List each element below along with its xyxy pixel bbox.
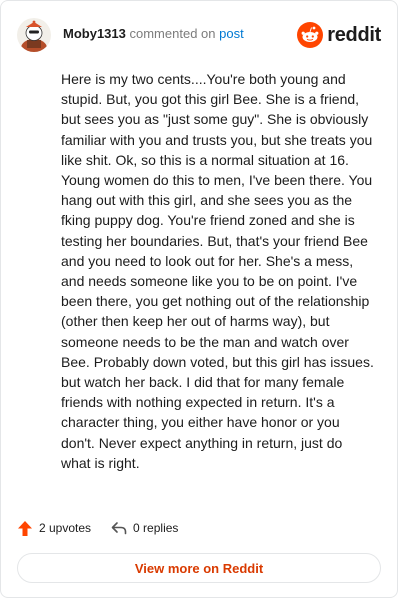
avatar-image [17, 18, 51, 52]
post-link[interactable]: post [219, 26, 244, 41]
brand-wordmark: reddit [327, 23, 381, 46]
reddit-brand[interactable]: reddit [297, 21, 381, 49]
username[interactable]: Moby1313 [63, 26, 126, 41]
replies-button[interactable]: 0 replies [111, 521, 178, 535]
upvote-arrow-icon [18, 520, 32, 536]
upvote-button[interactable]: 2 upvotes [17, 520, 91, 537]
user-avatar[interactable] [17, 18, 51, 52]
view-more-button[interactable]: View more on Reddit [17, 553, 381, 583]
comment-actions: 2 upvotes 0 replies [17, 517, 178, 539]
action-text: commented on [129, 26, 216, 41]
comment-body: Here is my two cents....You're both youn… [61, 71, 374, 471]
reply-count: 0 replies [133, 521, 179, 535]
reply-arrow-icon [111, 522, 127, 535]
comment-meta: Moby1313 commented on post [63, 26, 244, 42]
embedded-comment-card: Moby1313 commented on post reddit Here i… [0, 0, 398, 598]
comment-header: Moby1313 commented on post reddit [17, 15, 381, 55]
reddit-snoo-icon [297, 22, 324, 48]
upvote-count: 2 upvotes [39, 521, 92, 535]
